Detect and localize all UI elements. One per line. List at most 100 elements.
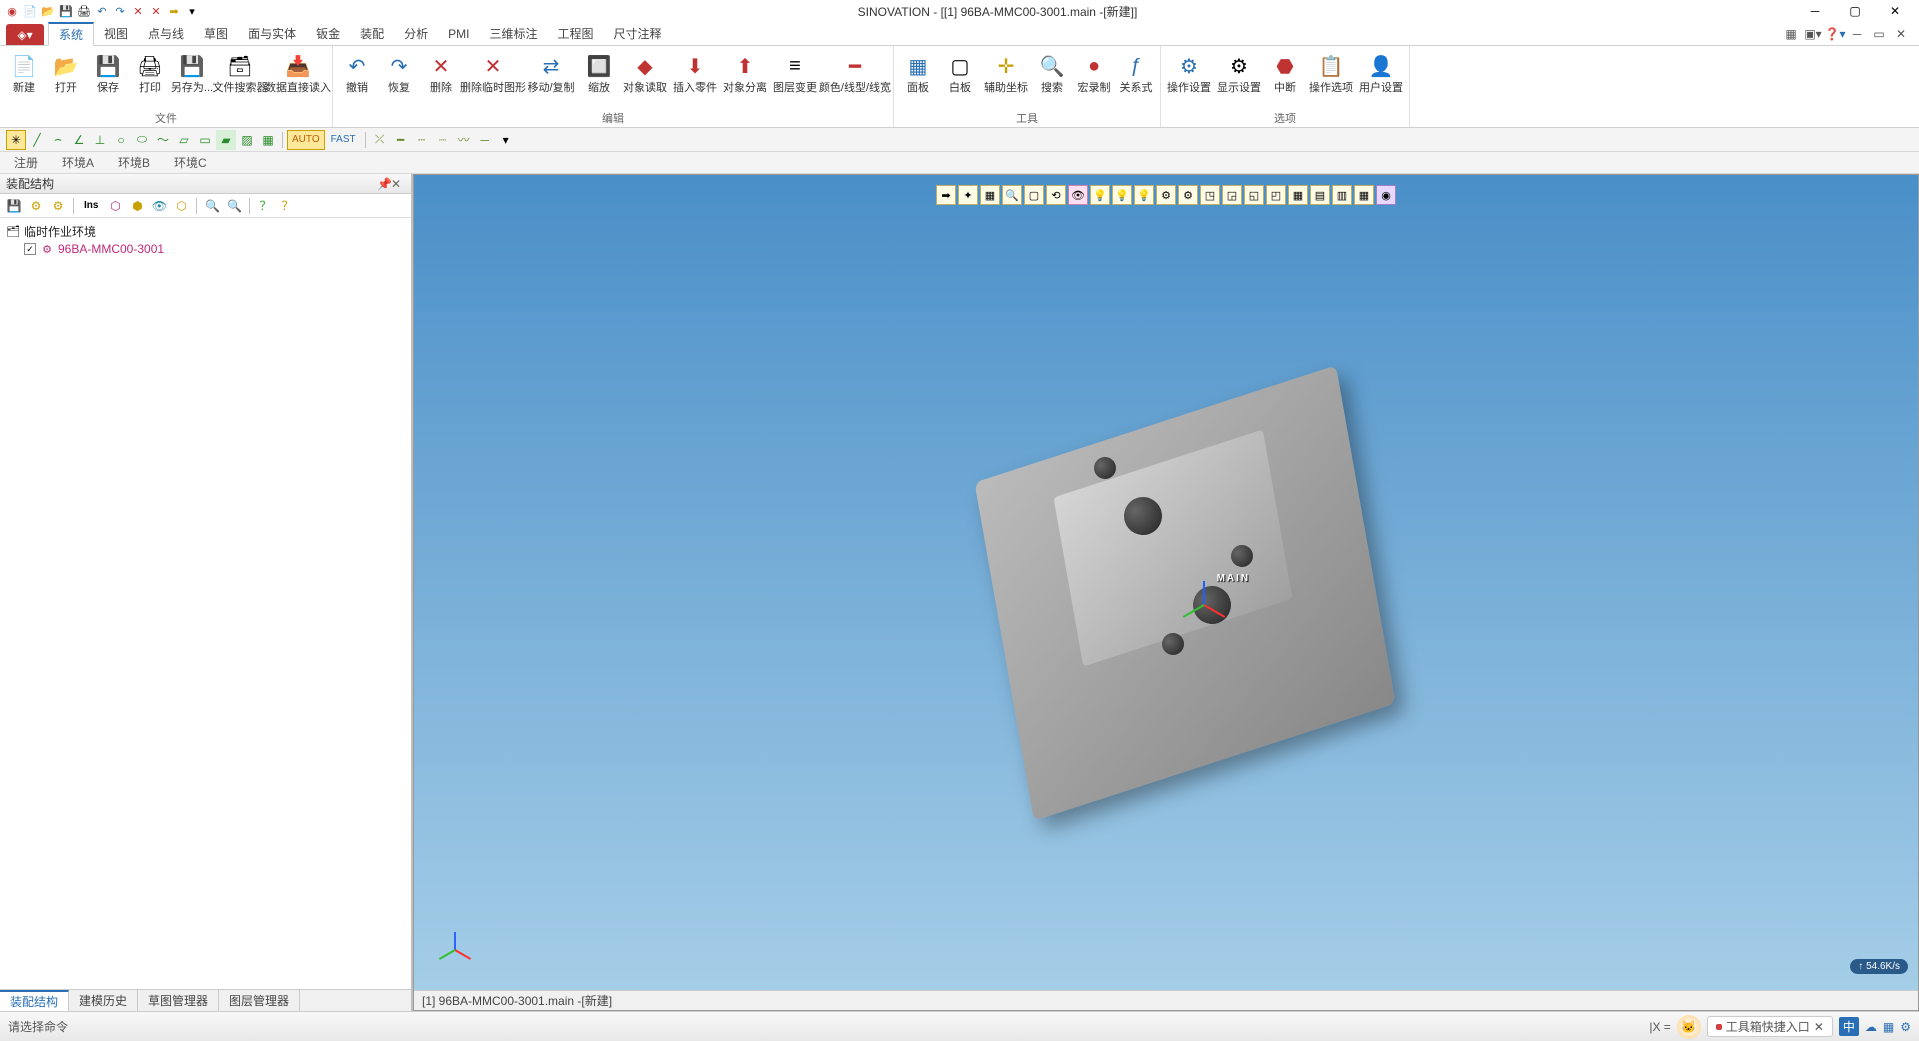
tab-pmi[interactable]: PMI — [438, 22, 479, 45]
linetype-4-icon[interactable]: ┈ — [433, 130, 453, 150]
relation-button[interactable]: ƒ关系式 — [1116, 50, 1156, 96]
vp-btn-2[interactable]: ✦ — [958, 185, 978, 205]
vp-btn-7[interactable]: 👁 — [1068, 185, 1088, 205]
assembly-tree[interactable]: 🗂 临时作业环境 ✓ ⚙ 96BA-MMC00-3001 — [0, 218, 411, 989]
3d-model[interactable]: MAIN — [995, 423, 1375, 763]
tool-rect-icon[interactable]: ▱ — [174, 130, 194, 150]
tab-system[interactable]: 系统 — [48, 22, 94, 46]
toolbox-close-icon[interactable]: ✕ — [1814, 1020, 1824, 1034]
tray-icon-1[interactable]: ☁ — [1865, 1020, 1877, 1034]
macro-button[interactable]: ●宏录制 — [1074, 50, 1114, 96]
vp-btn-21[interactable]: ◉ — [1376, 185, 1396, 205]
orientation-triad[interactable] — [444, 920, 484, 960]
ctab-enva[interactable]: 环境A — [54, 152, 102, 173]
tray-icon-2[interactable]: ▦ — [1883, 1020, 1894, 1034]
insertpart-button[interactable]: ⬇插入零件 — [671, 50, 719, 96]
save-button[interactable]: 💾保存 — [88, 50, 128, 96]
undo-button[interactable]: ↶撤销 — [337, 50, 377, 96]
vp-btn-14[interactable]: ◲ — [1222, 185, 1242, 205]
qat-new-icon[interactable]: 📄 — [22, 3, 38, 19]
assistant-avatar-icon[interactable]: 🐱 — [1677, 1015, 1701, 1039]
qat-undo-icon[interactable]: ↶ — [94, 3, 110, 19]
vp-btn-9[interactable]: 💡 — [1112, 185, 1132, 205]
qat-redo-icon[interactable]: ↷ — [112, 3, 128, 19]
ptb-q-icon[interactable]: ？ — [277, 196, 297, 216]
ime-indicator[interactable]: 中 — [1839, 1017, 1859, 1036]
opopt-button[interactable]: 📋操作选项 — [1307, 50, 1355, 96]
ptb-cog1-icon[interactable]: ⚙ — [26, 196, 46, 216]
tab-view[interactable]: 视图 — [94, 22, 138, 45]
tool-circle-icon[interactable]: ○ — [111, 130, 131, 150]
vp-btn-8[interactable]: 💡 — [1090, 185, 1110, 205]
tool-grid-icon[interactable]: ▦ — [258, 130, 278, 150]
vp-btn-12[interactable]: ⚙ — [1178, 185, 1198, 205]
panel-close-icon[interactable]: ✕ — [391, 177, 405, 191]
linetype-6-icon[interactable]: ─ — [475, 130, 495, 150]
ptb-find2-icon[interactable]: 🔍 — [224, 196, 244, 216]
stop-button[interactable]: ⬣中断 — [1265, 50, 1305, 96]
window-icon[interactable]: ▣▾ — [1805, 26, 1821, 42]
dispset-button[interactable]: ⚙显示设置 — [1215, 50, 1263, 96]
ptb-find1-icon[interactable]: 🔍 — [202, 196, 222, 216]
whiteboard-button[interactable]: ▢白板 — [940, 50, 980, 96]
qat-arrow-icon[interactable]: ➡ — [166, 3, 182, 19]
objsep-button[interactable]: ⬆对象分离 — [721, 50, 769, 96]
ptb-ins-icon[interactable]: Ins — [79, 196, 103, 216]
tab-sketch[interactable]: 草图 — [194, 22, 238, 45]
tool-perp-icon[interactable]: ⊥ — [90, 130, 110, 150]
ptb-d2-icon[interactable]: ⬢ — [127, 196, 147, 216]
ctab-envc[interactable]: 环境C — [166, 152, 215, 173]
vp-btn-5[interactable]: ▢ — [1024, 185, 1044, 205]
vp-btn-6[interactable]: ⟲ — [1046, 185, 1066, 205]
qat-more-icon[interactable]: ▾ — [184, 3, 200, 19]
tree-child-row[interactable]: ✓ ⚙ 96BA-MMC00-3001 — [6, 240, 405, 258]
new-button[interactable]: 📄新建 — [4, 50, 44, 96]
tab-drawing[interactable]: 工程图 — [547, 22, 603, 45]
linetype-3-icon[interactable]: ┄ — [412, 130, 432, 150]
auto-badge[interactable]: AUTO — [287, 130, 325, 150]
tray-icon-3[interactable]: ⚙ — [1900, 1020, 1911, 1034]
tab-surface[interactable]: 面与实体 — [238, 22, 306, 45]
saveas-button[interactable]: 💾另存为... — [172, 50, 212, 96]
vp-btn-19[interactable]: ▥ — [1332, 185, 1352, 205]
opset-button[interactable]: ⚙操作设置 — [1165, 50, 1213, 96]
layerchg-button[interactable]: ≡图层变更 — [771, 50, 819, 96]
ptb-d3-icon[interactable]: ⬡ — [171, 196, 191, 216]
vp-btn-17[interactable]: ▦ — [1288, 185, 1308, 205]
tool-angle-icon[interactable]: ∠ — [69, 130, 89, 150]
delete-button[interactable]: ✕删除 — [421, 50, 461, 96]
toolbox-entry-button[interactable]: 工具箱快捷入口 ✕ — [1707, 1016, 1833, 1037]
minimize-button[interactable]: ─ — [1795, 0, 1835, 22]
qat-save-icon[interactable]: 💾 — [58, 3, 74, 19]
app-cube-icon[interactable]: ◉ — [4, 3, 20, 19]
btab-assembly[interactable]: 装配结构 — [0, 990, 69, 1011]
linetype-5-icon[interactable]: 〰 — [454, 130, 474, 150]
ptb-cog2-icon[interactable]: ⚙ — [48, 196, 68, 216]
vp-btn-13[interactable]: ◳ — [1200, 185, 1220, 205]
zoom-button[interactable]: 🔲缩放 — [579, 50, 619, 96]
qat-open-icon[interactable]: 📂 — [40, 3, 56, 19]
layout-icon[interactable]: ▦ — [1783, 26, 1799, 42]
auxcoord-button[interactable]: ✛辅助坐标 — [982, 50, 1030, 96]
dataread-button[interactable]: 📥数据直接读入 — [268, 50, 328, 96]
vp-btn-16[interactable]: ◰ — [1266, 185, 1286, 205]
color-button[interactable]: ━颜色/线型/线宽 — [821, 50, 889, 96]
inner-minimize-icon[interactable]: ─ — [1849, 26, 1865, 42]
tool-ellipse-icon[interactable]: ⬭ — [132, 130, 152, 150]
ptb-eye-icon[interactable]: 👁 — [149, 196, 169, 216]
tab-dimension[interactable]: 尺寸注释 — [604, 22, 672, 45]
panel-button[interactable]: ▦面板 — [898, 50, 938, 96]
vp-btn-11[interactable]: ⚙ — [1156, 185, 1176, 205]
vp-btn-1[interactable]: ➡ — [936, 185, 956, 205]
vp-btn-20[interactable]: ▦ — [1354, 185, 1374, 205]
filesearch-button[interactable]: 🗃文件搜索器 — [214, 50, 266, 96]
vp-btn-3[interactable]: ▦ — [980, 185, 1000, 205]
deltemp-button[interactable]: ✕删除临时图形 — [463, 50, 523, 96]
3d-viewport[interactable]: ➡ ✦ ▦ 🔍 ▢ ⟲ 👁 💡 💡 💡 ⚙ ⚙ ◳ ◲ ◱ ◰ ▦ ▤ ▥ ▦ … — [413, 174, 1919, 1011]
tool-line-icon[interactable]: ╱ — [27, 130, 47, 150]
tool-hatch-icon[interactable]: ▨ — [237, 130, 257, 150]
objread-button[interactable]: ◆对象读取 — [621, 50, 669, 96]
maximize-button[interactable]: ▢ — [1835, 0, 1875, 22]
print-button[interactable]: 🖨打印 — [130, 50, 170, 96]
tab-sheetmetal[interactable]: 钣金 — [306, 22, 350, 45]
